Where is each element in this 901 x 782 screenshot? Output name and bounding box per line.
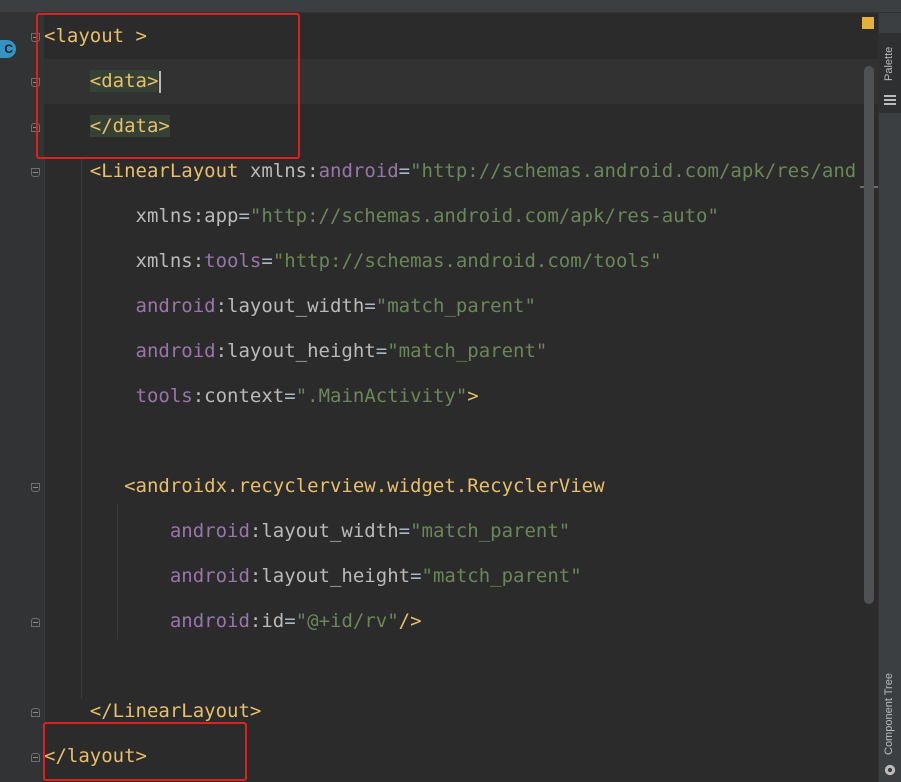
code-token: android xyxy=(169,565,250,587)
code-line[interactable]: tools:context=".MainActivity"> xyxy=(44,374,479,419)
class-badge-icon[interactable]: C xyxy=(0,40,16,58)
code-token: "match_parent" xyxy=(410,520,571,542)
fold-open-icon[interactable] xyxy=(31,78,40,87)
code-token: "match_parent" xyxy=(387,340,548,362)
code-line[interactable]: android:id="@+id/rv"/> xyxy=(44,599,422,644)
code-line[interactable]: android:layout_width="match_parent" xyxy=(44,284,536,329)
code-line[interactable]: </data> xyxy=(44,104,170,149)
code-token: "@+id/rv" xyxy=(295,610,399,632)
code-token: android xyxy=(169,520,250,542)
code-token: :layout_width xyxy=(215,295,365,317)
component-tree-tab[interactable]: Component Tree xyxy=(879,643,901,782)
component-tree-tab-label: Component Tree xyxy=(883,673,895,755)
code-token: "match_parent" xyxy=(375,295,536,317)
editor-gutter: C xyxy=(0,13,44,782)
code-token: <LinearLayout xyxy=(89,160,250,182)
code-token: </data> xyxy=(89,115,170,137)
code-line[interactable]: android:layout_height="match_parent" xyxy=(44,329,548,374)
code-line[interactable]: </layout> xyxy=(44,734,147,779)
code-token: :layout_width xyxy=(249,520,399,542)
fold-open-icon[interactable] xyxy=(31,483,40,492)
current-line-highlight xyxy=(44,59,878,104)
fold-open-icon[interactable] xyxy=(31,33,40,42)
fold-open-icon[interactable] xyxy=(31,168,40,177)
code-line[interactable]: android:layout_height="match_parent" xyxy=(44,554,582,599)
palette-icon xyxy=(884,95,896,105)
code-line[interactable]: xmlns:tools="http://schemas.android.com/… xyxy=(44,239,662,284)
code-token: android xyxy=(318,160,399,182)
palette-tab-label: Palette xyxy=(883,46,895,81)
code-token: > xyxy=(467,385,479,407)
code-token: "http://schemas.android.com/apk/res/and xyxy=(410,160,857,182)
fold-close-icon[interactable] xyxy=(31,753,40,762)
component-tree-icon xyxy=(884,764,896,776)
code-token: :layout_height xyxy=(215,340,376,362)
code-token: = xyxy=(284,610,296,632)
code-token: :id xyxy=(249,610,285,632)
code-token: "http://schemas.android.com/tools" xyxy=(272,250,662,272)
code-token: android xyxy=(169,610,250,632)
code-token: <androidx.recyclerview.widget.RecyclerVi… xyxy=(124,475,605,497)
code-token: xmlns:app xyxy=(135,205,239,227)
code-token: "http://schemas.android.com/apk/res-auto… xyxy=(249,205,719,227)
text-caret xyxy=(159,70,162,93)
code-token: = xyxy=(398,520,411,542)
inspection-warning-icon[interactable] xyxy=(862,17,874,29)
code-token: android xyxy=(135,340,216,362)
code-token: :context xyxy=(192,385,285,407)
code-token: = xyxy=(364,295,376,317)
code-token: = xyxy=(284,385,296,407)
code-line[interactable]: <LinearLayout xmlns:android="http://sche… xyxy=(44,149,856,194)
code-token: "match_parent" xyxy=(421,565,582,587)
fold-close-icon[interactable] xyxy=(31,618,40,627)
code-token: xmlns: xyxy=(249,160,319,182)
code-token: = xyxy=(261,250,273,272)
code-token: xmlns: xyxy=(135,250,205,272)
code-token: <data> xyxy=(89,70,159,92)
code-token: :layout_height xyxy=(249,565,411,587)
code-token: ".MainActivity" xyxy=(295,385,468,407)
code-token: android xyxy=(135,295,216,317)
palette-tab[interactable]: Palette xyxy=(879,33,901,113)
fold-close-icon[interactable] xyxy=(31,708,40,717)
editor-tab-strip xyxy=(0,0,901,13)
code-token: tools xyxy=(135,385,193,407)
code-line[interactable]: </LinearLayout> xyxy=(44,689,262,734)
code-line[interactable]: <androidx.recyclerview.widget.RecyclerVi… xyxy=(44,464,605,509)
code-token: </layout> xyxy=(44,745,147,767)
code-token: = xyxy=(238,205,250,227)
right-tool-window-bar: Palette Component Tree xyxy=(878,13,901,782)
code-token: tools xyxy=(204,250,262,272)
code-editor[interactable]: <layout > <data> </data> <LinearLayout x… xyxy=(44,13,878,782)
code-line[interactable]: xmlns:app="http://schemas.android.com/ap… xyxy=(44,194,719,239)
code-line[interactable]: android:layout_width="match_parent" xyxy=(44,509,570,554)
code-line[interactable]: <layout > xyxy=(44,14,147,59)
code-token: /> xyxy=(398,610,422,632)
code-token: <layout > xyxy=(44,25,147,47)
code-token: = xyxy=(410,565,422,587)
code-token: </LinearLayout> xyxy=(89,700,262,722)
vertical-scrollbar[interactable] xyxy=(864,66,874,604)
code-token: = xyxy=(375,340,388,362)
code-line[interactable]: <data> xyxy=(44,59,162,104)
fold-close-icon[interactable] xyxy=(31,123,40,132)
code-token: = xyxy=(398,160,411,182)
